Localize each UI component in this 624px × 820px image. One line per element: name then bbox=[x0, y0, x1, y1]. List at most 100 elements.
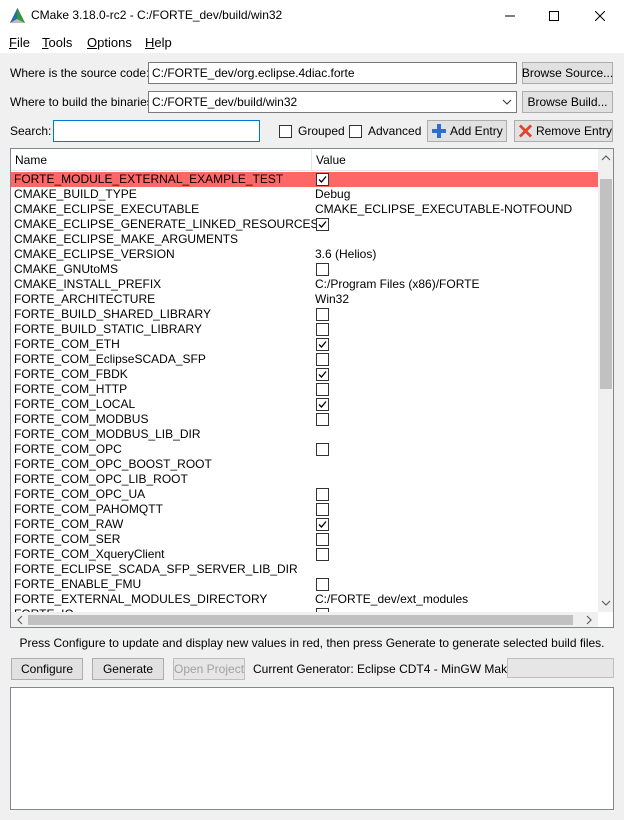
cache-entry-value[interactable]: 3.6 (Helios) bbox=[315, 247, 376, 262]
table-row[interactable]: CMAKE_BUILD_TYPE Debug bbox=[11, 187, 598, 202]
cache-entry-checkbox[interactable] bbox=[316, 263, 329, 276]
cache-entry-checkbox[interactable] bbox=[316, 488, 329, 501]
configure-button[interactable]: Configure bbox=[11, 658, 83, 680]
cache-entry-checkbox[interactable] bbox=[316, 578, 329, 591]
table-row[interactable]: FORTE_COM_PAHOMQTT bbox=[11, 502, 598, 517]
cache-table[interactable]: Name Value FORTE_MODULE_EXTERNAL_EXAMPLE… bbox=[10, 148, 614, 628]
table-row[interactable]: FORTE_COM_OPC_BOOST_ROOT bbox=[11, 457, 598, 472]
remove-entry-button[interactable]: Remove Entry bbox=[514, 120, 613, 142]
source-path-field[interactable]: C:/FORTE_dev/org.eclipse.4diac.forte bbox=[148, 62, 517, 84]
column-header-value[interactable]: Value bbox=[316, 153, 346, 167]
maximize-button[interactable] bbox=[531, 0, 577, 31]
table-row[interactable]: FORTE_ENABLE_FMU bbox=[11, 577, 598, 592]
column-header-name[interactable]: Name bbox=[15, 153, 47, 167]
chevron-down-icon bbox=[502, 99, 512, 105]
scroll-right-icon bbox=[586, 615, 592, 625]
cache-entry-checkbox[interactable] bbox=[316, 173, 329, 186]
cache-entry-checkbox[interactable] bbox=[316, 218, 329, 231]
cache-entry-checkbox[interactable] bbox=[316, 308, 329, 321]
scroll-up-icon bbox=[601, 155, 611, 161]
table-row[interactable]: FORTE_COM_LOCAL bbox=[11, 397, 598, 412]
cache-entry-name: FORTE_COM_MODBUS bbox=[14, 412, 149, 426]
scroll-left-icon bbox=[17, 615, 23, 625]
table-row[interactable]: FORTE_COM_SER bbox=[11, 532, 598, 547]
generate-button[interactable]: Generate bbox=[92, 658, 164, 680]
cache-entry-name: FORTE_ECLIPSE_SCADA_SFP_SERVER_LIB_DIR bbox=[14, 562, 298, 576]
table-row[interactable]: CMAKE_ECLIPSE_EXECUTABLE CMAKE_ECLIPSE_EX… bbox=[11, 202, 598, 217]
table-row[interactable]: CMAKE_ECLIPSE_GENERATE_LINKED_RESOURCES bbox=[11, 217, 598, 232]
grouped-label: Grouped bbox=[298, 124, 345, 138]
table-row[interactable]: FORTE_COM_MODBUS bbox=[11, 412, 598, 427]
cache-entry-name: FORTE_COM_OPC_LIB_ROOT bbox=[14, 472, 188, 486]
cache-entry-name: FORTE_EXTERNAL_MODULES_DIRECTORY bbox=[14, 592, 268, 606]
table-row[interactable]: FORTE_BUILD_STATIC_LIBRARY bbox=[11, 322, 598, 337]
close-button[interactable] bbox=[577, 0, 623, 31]
menu-file[interactable]: File bbox=[9, 35, 30, 50]
vertical-scroll-thumb[interactable] bbox=[600, 179, 612, 389]
cache-entry-name: CMAKE_BUILD_TYPE bbox=[14, 187, 137, 201]
menu-help[interactable]: Help bbox=[145, 35, 172, 50]
cache-entry-value[interactable]: C:/FORTE_dev/ext_modules bbox=[315, 592, 468, 607]
advanced-checkbox[interactable]: Advanced bbox=[349, 124, 421, 138]
table-row[interactable]: FORTE_COM_HTTP bbox=[11, 382, 598, 397]
progress-bar bbox=[507, 658, 614, 678]
table-row[interactable]: FORTE_COM_OPC bbox=[11, 442, 598, 457]
table-row[interactable]: FORTE_BUILD_SHARED_LIBRARY bbox=[11, 307, 598, 322]
browse-build-button[interactable]: Browse Build... bbox=[522, 91, 613, 113]
source-label: Where is the source code: bbox=[10, 66, 150, 80]
cache-entry-name: CMAKE_INSTALL_PREFIX bbox=[14, 277, 162, 291]
add-entry-button[interactable]: Add Entry bbox=[427, 120, 507, 142]
cache-entry-value[interactable]: C:/Program Files (x86)/FORTE bbox=[315, 277, 479, 292]
search-input[interactable] bbox=[53, 120, 260, 142]
grouped-checkbox[interactable]: Grouped bbox=[279, 124, 345, 138]
cache-entry-checkbox[interactable] bbox=[316, 503, 329, 516]
cache-entry-checkbox[interactable] bbox=[316, 383, 329, 396]
table-row[interactable]: FORTE_COM_OPC_LIB_ROOT bbox=[11, 472, 598, 487]
menu-bar: File Tools Options Help bbox=[0, 31, 624, 53]
cache-entry-checkbox[interactable] bbox=[316, 548, 329, 561]
table-row[interactable]: CMAKE_INSTALL_PREFIX C:/Program Files (x8… bbox=[11, 277, 598, 292]
table-row[interactable]: FORTE_EXTERNAL_MODULES_DIRECTORY C:/FORTE… bbox=[11, 592, 598, 607]
horizontal-scroll-thumb[interactable] bbox=[28, 615, 573, 625]
menu-tools[interactable]: Tools bbox=[42, 35, 72, 50]
cache-entry-checkbox[interactable] bbox=[316, 533, 329, 546]
table-row[interactable]: FORTE_COM_ETH bbox=[11, 337, 598, 352]
output-log[interactable] bbox=[10, 687, 614, 810]
cache-entry-checkbox[interactable] bbox=[316, 518, 329, 531]
binaries-path-combo[interactable]: C:/FORTE_dev/build/win32 bbox=[148, 91, 517, 113]
browse-source-button[interactable]: Browse Source... bbox=[522, 62, 613, 84]
open-project-button[interactable]: Open Project bbox=[173, 658, 245, 680]
table-row[interactable]: FORTE_COM_OPC_UA bbox=[11, 487, 598, 502]
table-row[interactable]: FORTE_ECLIPSE_SCADA_SFP_SERVER_LIB_DIR bbox=[11, 562, 598, 577]
table-row[interactable]: CMAKE_GNUtoMS bbox=[11, 262, 598, 277]
table-row[interactable]: FORTE_COM_FBDK bbox=[11, 367, 598, 382]
cache-entry-checkbox[interactable] bbox=[316, 353, 329, 366]
close-icon bbox=[595, 10, 605, 21]
cache-entry-value[interactable]: Debug bbox=[315, 187, 350, 202]
table-row[interactable]: FORTE_COM_XqueryClient bbox=[11, 547, 598, 562]
table-row[interactable]: FORTE_COM_MODBUS_LIB_DIR bbox=[11, 427, 598, 442]
cache-entry-checkbox[interactable] bbox=[316, 413, 329, 426]
cache-entry-checkbox[interactable] bbox=[316, 338, 329, 351]
horizontal-scrollbar[interactable] bbox=[11, 612, 598, 627]
minimize-button[interactable] bbox=[487, 0, 533, 31]
cache-entry-checkbox[interactable] bbox=[316, 443, 329, 456]
table-row[interactable]: FORTE_COM_EclipseSCADA_SFP bbox=[11, 352, 598, 367]
menu-options[interactable]: Options bbox=[87, 35, 132, 50]
table-row[interactable]: FORTE_COM_RAW bbox=[11, 517, 598, 532]
table-row[interactable]: CMAKE_ECLIPSE_VERSION 3.6 (Helios) bbox=[11, 247, 598, 262]
cache-entry-name: FORTE_MODULE_EXTERNAL_EXAMPLE_TEST bbox=[14, 172, 284, 186]
table-row[interactable]: FORTE_ARCHITECTURE Win32 bbox=[11, 292, 598, 307]
vertical-scrollbar[interactable] bbox=[598, 149, 613, 612]
cache-entry-value[interactable]: CMAKE_ECLIPSE_EXECUTABLE-NOTFOUND bbox=[315, 202, 572, 217]
table-row[interactable]: FORTE_MODULE_EXTERNAL_EXAMPLE_TEST bbox=[11, 172, 598, 187]
checkmark-icon bbox=[318, 371, 327, 378]
add-entry-label: Add Entry bbox=[450, 124, 503, 138]
cache-entry-value[interactable]: Win32 bbox=[315, 292, 349, 307]
table-row[interactable]: CMAKE_ECLIPSE_MAKE_ARGUMENTS bbox=[11, 232, 598, 247]
cache-entry-name: FORTE_COM_FBDK bbox=[14, 367, 128, 381]
cache-entry-checkbox[interactable] bbox=[316, 323, 329, 336]
cache-entry-checkbox[interactable] bbox=[316, 398, 329, 411]
cache-entry-name: FORTE_COM_OPC bbox=[14, 442, 122, 456]
cache-entry-checkbox[interactable] bbox=[316, 368, 329, 381]
